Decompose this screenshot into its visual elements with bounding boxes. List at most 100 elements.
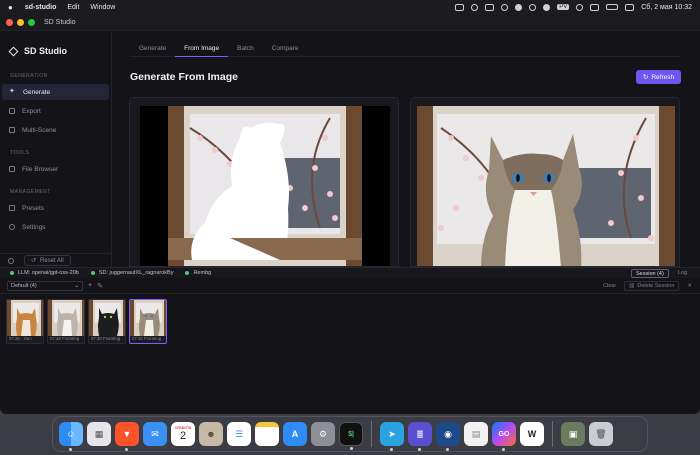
app-store-icon[interactable]: A — [283, 422, 307, 446]
rename-session-icon[interactable]: ✎ — [97, 282, 103, 290]
delete-session-label: Delete Session — [637, 283, 675, 289]
grid-icon — [9, 127, 15, 133]
presets-icon — [9, 205, 15, 211]
tab-from-image[interactable]: From Image — [175, 43, 229, 57]
sidebar-item-label: Presets — [22, 204, 45, 212]
navigator-icon[interactable] — [515, 3, 523, 11]
calendar-icon[interactable]: СУББОТА 2 — [171, 422, 195, 446]
session-select[interactable]: Default (4) ⌄ — [7, 280, 83, 291]
finder-icon[interactable]: ☺ — [59, 422, 83, 451]
result-image-panel[interactable] — [410, 97, 680, 267]
session-thumbnail[interactable]: 07:28 FromImg — [47, 299, 85, 344]
sidebar-item-presets[interactable]: Presets — [2, 200, 109, 216]
sidebar-item-label: Multi-Scene — [22, 126, 57, 134]
sparkle-icon: ✦ — [9, 88, 15, 95]
sidebar-item-file-browser[interactable]: File Browser — [2, 161, 109, 177]
sidebar-item-label: Settings — [22, 223, 46, 231]
trash-icon: ▥ — [629, 283, 635, 289]
pdf-icon[interactable]: PV — [557, 4, 570, 10]
apple-icon[interactable]: ● — [8, 3, 13, 12]
goland-icon[interactable]: GO — [492, 422, 516, 451]
refresh-button[interactable]: ↻ Refresh — [636, 70, 681, 84]
wifi-icon[interactable] — [576, 3, 584, 11]
disk-icon[interactable]: ◉ — [436, 422, 460, 451]
session-tab[interactable]: Session (4) — [631, 269, 669, 278]
bluetooth-icon[interactable] — [529, 3, 537, 11]
thumbnail-image — [48, 300, 84, 336]
sidebar-item-generate[interactable]: ✦ Generate — [2, 84, 109, 100]
tab-bar: Generate From Image Batch Compare — [130, 43, 680, 57]
calendar-day: 2 — [179, 430, 187, 442]
display-icon[interactable] — [455, 3, 465, 11]
tab-batch[interactable]: Batch — [228, 43, 263, 57]
delete-session-button[interactable]: ▥ Delete Session — [624, 281, 680, 291]
status-bar: LLM: openai/gpt-oss-20b SD: juggernautXL… — [0, 267, 700, 278]
sheets-icon[interactable]: ▤ — [464, 422, 488, 446]
layers-icon[interactable] — [471, 3, 479, 11]
clear-button[interactable]: Clear — [603, 283, 616, 289]
refresh-label: Refresh — [651, 73, 675, 81]
stack-icon[interactable] — [485, 3, 495, 11]
mask-image-panel[interactable] — [129, 97, 399, 267]
brave-icon[interactable]: ▼ — [115, 422, 139, 451]
sidebar-item-multi-scene[interactable]: Multi-Scene — [2, 122, 109, 138]
telegram-icon[interactable]: ➤ — [380, 422, 404, 451]
sidebar-footer: ↺ Reset All — [0, 253, 112, 267]
status-dot-icon — [10, 271, 14, 275]
menu-app-name[interactable]: sd-studio — [25, 4, 57, 11]
theme-toggle-icon[interactable] — [8, 257, 14, 264]
main-content: Generate From Image Batch Compare Genera… — [112, 31, 700, 267]
thumbnail-image — [130, 300, 166, 336]
menu-window[interactable]: Window — [90, 4, 115, 11]
goland-text: GO — [498, 430, 510, 438]
session-thumbnail[interactable]: 07:30 FromImg — [88, 299, 126, 344]
menu-datetime[interactable]: Сб, 2 мая 10:32 — [641, 4, 692, 11]
llm-status-text: LLM: openai/gpt-oss-20b — [18, 270, 79, 276]
w-icon[interactable]: W — [520, 422, 544, 446]
control-center-icon[interactable] — [625, 3, 635, 11]
thumbnail-caption: 07:30 FromImg — [91, 336, 121, 341]
terminal-text: $| — [348, 430, 354, 438]
thumbnail-caption: 07:32 FromImg — [132, 336, 162, 341]
add-session-icon[interactable]: + — [88, 282, 92, 289]
database-icon[interactable]: ≣ — [408, 422, 432, 451]
close-panel-icon[interactable]: ✕ — [687, 283, 692, 289]
sidebar-item-label: Export — [22, 107, 41, 115]
battery-icon[interactable] — [606, 4, 619, 10]
reminders-icon[interactable]: ☰ — [227, 422, 251, 446]
close-window-button[interactable] — [6, 18, 13, 26]
terminal-icon[interactable]: $| — [339, 422, 363, 450]
screen-icon[interactable] — [590, 3, 600, 11]
shield-icon[interactable] — [501, 3, 509, 11]
log-tab[interactable]: Log — [678, 270, 687, 276]
contacts-icon[interactable]: ☻ — [199, 422, 223, 446]
session-thumbnail[interactable]: 07:26 · Gen — [6, 299, 44, 344]
tab-generate[interactable]: Generate — [130, 43, 175, 57]
sidebar-item-export[interactable]: Export — [2, 103, 109, 119]
sidebar: SD Studio GENERATION ✦ Generate Export M… — [0, 31, 112, 267]
section-label-management: MANAGEMENT — [10, 189, 51, 195]
system-settings-icon[interactable]: ⚙ — [311, 422, 335, 446]
gear-icon — [9, 224, 15, 230]
reset-all-button[interactable]: ↺ Reset All — [24, 255, 71, 266]
dock-separator — [371, 421, 372, 447]
sidebar-item-label: File Browser — [22, 165, 59, 173]
diamond-logo-icon — [8, 46, 19, 56]
minimize-window-button[interactable] — [17, 18, 24, 26]
downloads-icon[interactable]: ▣ — [561, 422, 585, 446]
tab-compare[interactable]: Compare — [263, 43, 308, 57]
brand-name: SD Studio — [24, 46, 67, 56]
reset-icon: ↺ — [31, 258, 37, 264]
mail-icon[interactable]: ✉ — [143, 422, 167, 446]
brand: SD Studio — [0, 31, 111, 61]
trash-icon[interactable]: 🗑 — [589, 422, 613, 446]
menu-edit[interactable]: Edit — [67, 4, 79, 11]
dropbox-icon[interactable] — [543, 3, 551, 11]
menu-bar: ● sd-studio Edit Window PV Сб, 2 мая 10:… — [0, 0, 700, 14]
session-thumbnail-selected[interactable]: 07:32 FromImg — [129, 299, 167, 344]
notes-icon[interactable] — [255, 422, 279, 446]
sidebar-item-settings[interactable]: Settings — [2, 219, 109, 235]
status-dot-icon — [90, 271, 95, 275]
launchpad-icon[interactable]: ▦ — [87, 422, 111, 446]
zoom-window-button[interactable] — [28, 18, 35, 26]
